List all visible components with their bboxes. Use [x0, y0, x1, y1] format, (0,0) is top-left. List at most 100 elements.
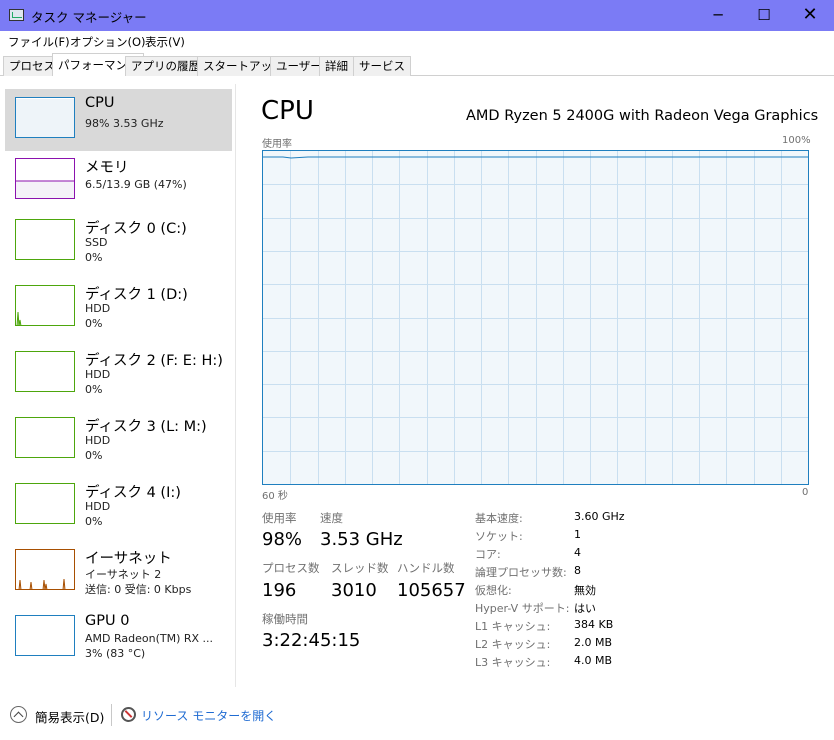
- minimize-button[interactable]: ─: [695, 0, 741, 31]
- task-manager-icon: [9, 9, 24, 21]
- window-title: タスク マネージャー: [31, 10, 147, 25]
- processes-label: プロセス数: [262, 561, 320, 575]
- utilization-label: 使用率: [262, 511, 297, 525]
- sidebar-item-gpu-0[interactable]: GPU 0 AMD Radeon(TM) RX ... 3% (83 °C): [5, 607, 232, 669]
- tab-bar: プロセス パフォーマンス アプリの履歴 スタートアップ ユーザー 詳細 サービス: [0, 51, 834, 77]
- fewer-details-button[interactable]: 簡易表示(D): [35, 707, 104, 726]
- sidebar-item-disk-2[interactable]: ディスク 2 (F: E: H:) HDD 0%: [5, 343, 232, 405]
- spec-virtualization-label: 仮想化:: [475, 584, 512, 597]
- sidebar-item-detail: 0%: [85, 449, 103, 462]
- sidebar-item-label: ディスク 2 (F: E: H:): [85, 353, 223, 369]
- spec-hyperv-label: Hyper-V サポート:: [475, 602, 570, 615]
- menu-bar: ファイル(F) オプション(O) 表示(V): [0, 31, 834, 51]
- uptime-label: 稼働時間: [262, 612, 308, 626]
- sidebar-item-label: イーサネット: [85, 551, 172, 567]
- spec-l1-cache-value: 384 KB: [574, 618, 614, 631]
- disk-4-thumbnail: [15, 483, 75, 524]
- sidebar-item-detail: 98% 3.53 GHz: [85, 117, 164, 130]
- threads-value: 3010: [331, 580, 377, 601]
- spec-cores-label: コア:: [475, 548, 501, 561]
- spec-base-speed-label: 基本速度:: [475, 512, 523, 525]
- sidebar-item-type: HDD: [85, 434, 111, 447]
- sidebar-item-detail: 3% (83 °C): [85, 647, 146, 660]
- sidebar-divider: [235, 84, 236, 687]
- menu-view[interactable]: 表示(V): [145, 34, 185, 50]
- ethernet-thumbnail-graph: [18, 578, 66, 589]
- tab-app-history[interactable]: アプリの履歴: [125, 56, 206, 76]
- chevron-up-icon[interactable]: [10, 706, 27, 723]
- graph-label-max: 100%: [782, 135, 811, 146]
- sidebar-item-memory[interactable]: メモリ 6.5/13.9 GB (47%): [5, 150, 232, 212]
- sidebar-item-label: CPU: [85, 95, 115, 111]
- close-button[interactable]: ✕: [787, 0, 833, 31]
- cpu-usage-graph-svg: [263, 151, 808, 484]
- handles-value: 105657: [397, 580, 466, 601]
- processes-value: 196: [262, 580, 297, 601]
- menu-file[interactable]: ファイル(F): [8, 34, 70, 50]
- spec-hyperv-value: はい: [574, 602, 596, 615]
- cpu-thumbnail: [15, 97, 75, 138]
- title-bar[interactable]: タスク マネージャー ─ ☐ ✕: [0, 0, 834, 31]
- sidebar-item-label: ディスク 3 (L: M:): [85, 419, 207, 435]
- sidebar-item-disk-1[interactable]: ディスク 1 (D:) HDD 0%: [5, 277, 232, 339]
- sidebar-item-detail: 送信: 0 受信: 0 Kbps: [85, 583, 192, 596]
- disk-1-thumbnail: [15, 285, 75, 326]
- sidebar-item-detail: 6.5/13.9 GB (47%): [85, 178, 187, 191]
- uptime-value: 3:22:45:15: [262, 630, 361, 651]
- disk-2-thumbnail: [15, 351, 75, 392]
- sidebar-item-type: HDD: [85, 302, 111, 315]
- spec-l3-cache-value: 4.0 MB: [574, 654, 613, 667]
- sidebar-item-type: SSD: [85, 236, 108, 249]
- open-resource-monitor-link[interactable]: リソース モニターを開く: [141, 707, 276, 724]
- sidebar-item-disk-0[interactable]: ディスク 0 (C:) SSD 0%: [5, 211, 232, 273]
- footer-divider: [111, 704, 112, 726]
- spec-l1-cache-label: L1 キャッシュ:: [475, 620, 551, 633]
- spec-l3-cache-label: L3 キャッシュ:: [475, 656, 551, 669]
- sidebar-item-label: ディスク 4 (I:): [85, 485, 181, 501]
- sidebar-item-detail: 0%: [85, 317, 103, 330]
- sidebar-item-detail: 0%: [85, 251, 103, 264]
- resource-monitor-icon: [121, 707, 136, 722]
- threads-label: スレッド数: [331, 561, 389, 575]
- memory-thumbnail-graph: [16, 180, 74, 198]
- performance-panel: CPU 98% 3.53 GHz メモリ 6.5/13.9 GB (47%) デ…: [0, 76, 834, 700]
- sidebar-item-label: GPU 0: [85, 613, 130, 629]
- cpu-model: AMD Ryzen 5 2400G with Radeon Vega Graph…: [466, 108, 819, 124]
- graph-label-min: 0: [802, 487, 809, 498]
- spec-logical-processors-value: 8: [574, 564, 581, 577]
- disk-3-thumbnail: [15, 417, 75, 458]
- sidebar-item-label: メモリ: [85, 160, 129, 176]
- utilization-value: 98%: [262, 529, 303, 550]
- tab-services[interactable]: サービス: [353, 56, 411, 76]
- spec-sockets-value: 1: [574, 528, 581, 541]
- cpu-usage-graph: [262, 150, 809, 485]
- ethernet-thumbnail: [15, 549, 75, 590]
- sidebar-item-label: ディスク 1 (D:): [85, 287, 188, 303]
- sidebar-item-disk-3[interactable]: ディスク 3 (L: M:) HDD 0%: [5, 409, 232, 471]
- cpu-thumbnail-graph: [16, 99, 74, 137]
- maximize-button[interactable]: ☐: [741, 0, 787, 31]
- menu-options[interactable]: オプション(O): [70, 34, 146, 50]
- graph-label-time: 60 秒: [262, 491, 288, 502]
- sidebar-item-detail: 0%: [85, 383, 103, 396]
- handles-label: ハンドル数: [397, 561, 455, 575]
- sidebar-item-disk-4[interactable]: ディスク 4 (I:) HDD 0%: [5, 475, 232, 537]
- spec-l2-cache-value: 2.0 MB: [574, 636, 613, 649]
- memory-thumbnail: [15, 158, 75, 199]
- sidebar-item-detail: 0%: [85, 515, 103, 528]
- sidebar-item-type: HDD: [85, 368, 111, 381]
- speed-label: 速度: [320, 511, 343, 525]
- spec-base-speed-value: 3.60 GHz: [574, 510, 625, 523]
- tab-details[interactable]: 詳細: [319, 56, 354, 76]
- gpu-0-thumbnail: [15, 615, 75, 656]
- sidebar-item-adapter: AMD Radeon(TM) RX ...: [85, 632, 214, 645]
- footer: 簡易表示(D) リソース モニターを開く: [0, 700, 834, 740]
- spec-logical-processors-label: 論理プロセッサ数:: [475, 566, 567, 579]
- sidebar-item-ethernet[interactable]: イーサネット イーサネット 2 送信: 0 受信: 0 Kbps: [5, 541, 232, 603]
- sidebar-item-adapter: イーサネット 2: [85, 568, 162, 581]
- page-title: CPU: [261, 96, 314, 126]
- disk-1-thumbnail-graph: [16, 311, 22, 325]
- spec-l2-cache-label: L2 キャッシュ:: [475, 638, 551, 651]
- graph-label-utilization: 使用率: [262, 139, 292, 150]
- sidebar-item-cpu[interactable]: CPU 98% 3.53 GHz: [5, 89, 232, 151]
